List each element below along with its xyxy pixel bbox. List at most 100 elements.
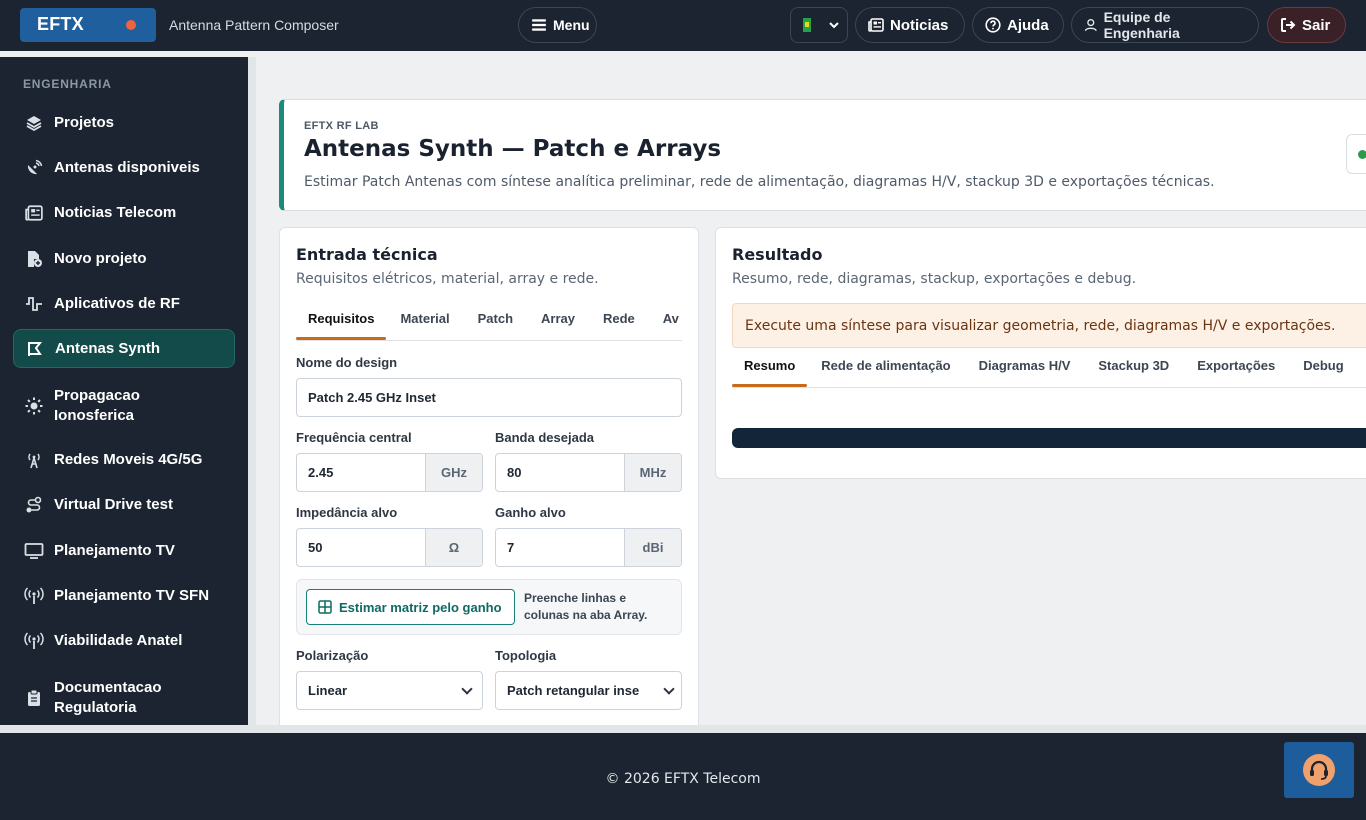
topology-select[interactable]: Patch retangular inse: [495, 671, 682, 710]
gain-unit: dBi: [624, 529, 681, 566]
broadcast-icon: [24, 586, 44, 606]
status-badge: [1346, 134, 1366, 174]
sidebar-item-label: Documentacao Regulatoria: [54, 679, 162, 716]
sidebar-item-antenas-synth[interactable]: Antenas Synth: [13, 329, 235, 368]
app-subtitle: Antenna Pattern Composer: [169, 17, 339, 33]
estimate-matrix-button[interactable]: Estimar matriz pelo ganho: [306, 589, 515, 625]
chevron-down-icon: [461, 682, 473, 695]
result-card: Resultado Resumo, rede, diagramas, stack…: [715, 227, 1366, 479]
horizontal-scrollbar-track[interactable]: [0, 725, 1366, 733]
input-card: Entrada técnica Requisitos elétricos, ma…: [279, 227, 699, 725]
empty-result-alert: Execute uma síntese para visualizar geom…: [732, 303, 1366, 348]
broadcast-icon: [24, 631, 44, 651]
sidebar-item-redes-moveis[interactable]: Redes Moveis 4G/5G: [13, 449, 235, 471]
impedance-label: Impedância alvo: [296, 505, 398, 520]
sidebar-item-planejamento-tv-sfn[interactable]: Planejamento TV SFN: [13, 585, 235, 607]
result-card-title: Resultado: [732, 245, 823, 264]
signal-wave-icon: [24, 294, 44, 314]
tab-diagramas[interactable]: Diagramas H/V: [965, 345, 1085, 387]
tab-resumo[interactable]: Resumo: [732, 345, 808, 387]
result-tabs: Resumo Rede de alimentação Diagramas H/V…: [732, 345, 1366, 388]
tab-material[interactable]: Material: [386, 298, 463, 340]
exit-label: Sair: [1302, 16, 1331, 34]
center-frequency-field[interactable]: 2.45 GHz: [296, 453, 483, 492]
impedance-field[interactable]: 50 Ω: [296, 528, 483, 567]
top-navbar: EFTX Antenna Pattern Composer Menu Notic…: [0, 0, 1366, 51]
center-frequency-unit: GHz: [425, 454, 482, 491]
team-label: Equipe de Engenharia: [1103, 9, 1180, 41]
status-dot: [126, 20, 136, 30]
sidebar-item-noticias-telecom[interactable]: Noticias Telecom: [13, 202, 235, 224]
design-name-label: Nome do design: [296, 355, 398, 370]
tab-exportacoes[interactable]: Exportações: [1183, 345, 1289, 387]
sidebar-item-propagacao-ionosferica[interactable]: Propagacao Ionosferica: [13, 385, 235, 427]
center-frequency-label: Frequência central: [296, 430, 412, 445]
input-tabs: Requisitos Material Patch Array Rede Av: [296, 298, 682, 341]
gain-value: 7: [507, 540, 515, 555]
tab-requisitos[interactable]: Requisitos: [296, 298, 387, 340]
page-header: EFTX RF LAB Antenas Synth — Patch e Arra…: [279, 99, 1366, 211]
gain-field[interactable]: 7 dBi: [495, 528, 682, 567]
clipboard-icon: [24, 688, 44, 708]
sidebar-item-label: Viabilidade Anatel: [54, 632, 183, 649]
sidebar-item-label: Projetos: [54, 114, 115, 131]
sidebar-item-antenas-disponiveis[interactable]: Antenas disponiveis: [13, 157, 235, 179]
news-button[interactable]: Noticias: [855, 7, 965, 43]
tab-debug[interactable]: Debug: [1289, 345, 1357, 387]
center-frequency-value: 2.45: [308, 465, 334, 480]
brand-name: EFTX: [37, 14, 84, 34]
sidebar-item-novo-projeto[interactable]: Novo projeto: [13, 248, 235, 270]
menu-button[interactable]: Menu: [518, 7, 597, 43]
bandwidth-unit: MHz: [624, 454, 681, 491]
language-select[interactable]: [790, 7, 848, 43]
grid-icon: [318, 600, 332, 614]
result-progress-bar: [732, 428, 1366, 448]
tower-icon: [24, 450, 44, 470]
bandwidth-label: Banda desejada: [495, 430, 594, 445]
help-button[interactable]: Ajuda: [972, 7, 1064, 43]
page-title: Antenas Synth — Patch e Arrays: [304, 136, 722, 162]
topology-label: Topologia: [495, 648, 557, 663]
layers-icon: [24, 113, 44, 133]
result-card-subtitle: Resumo, rede, diagramas, stackup, export…: [732, 271, 1137, 287]
team-button[interactable]: Equipe de Engenharia: [1071, 7, 1259, 43]
estimate-matrix-note: Preenche linhas e colunas na aba Array.: [524, 591, 648, 622]
sidebar-item-label: Aplicativos de RF: [54, 295, 180, 312]
tab-patch[interactable]: Patch: [464, 298, 527, 340]
topology-value: Patch retangular inse: [507, 683, 640, 698]
brand-logo[interactable]: EFTX: [20, 8, 156, 42]
exit-button[interactable]: Sair: [1267, 7, 1346, 43]
sidebar-item-projetos[interactable]: Projetos: [13, 112, 235, 134]
polarization-select[interactable]: Linear: [296, 671, 483, 710]
tab-rede-alimentacao[interactable]: Rede de alimentação: [807, 345, 964, 387]
sidebar-item-documentacao-regulatoria[interactable]: Documentacao Regulatoria: [13, 677, 235, 719]
monitor-icon: [24, 541, 44, 561]
tab-rede[interactable]: Rede: [589, 298, 649, 340]
hamburger-icon: [532, 19, 546, 31]
design-name-field[interactable]: Patch 2.45 GHz Inset: [296, 378, 682, 417]
polarization-label: Polarização: [296, 648, 369, 663]
support-chat-button[interactable]: [1284, 742, 1354, 798]
tab-avancado[interactable]: Av: [649, 298, 682, 340]
tab-stackup-3d[interactable]: Stackup 3D: [1084, 345, 1183, 387]
sidebar-item-label: Antenas Synth: [55, 339, 161, 357]
estimate-matrix-panel: Estimar matriz pelo ganho Preenche linha…: [296, 579, 682, 635]
news-label: Noticias: [890, 16, 949, 34]
sidebar-item-planejamento-tv[interactable]: Planejamento TV: [13, 540, 235, 562]
footer: © 2026 EFTX Telecom: [0, 733, 1366, 820]
bandwidth-value: 80: [507, 465, 522, 480]
page-kicker: EFTX RF LAB: [304, 120, 379, 132]
menu-label: Menu: [553, 17, 590, 33]
sidebar-item-viabilidade-anatel[interactable]: Viabilidade Anatel: [13, 630, 235, 652]
impedance-unit: Ω: [425, 529, 482, 566]
sidebar-item-aplicativos-rf[interactable]: Aplicativos de RF: [13, 293, 235, 315]
new-file-icon: [24, 249, 44, 269]
sidebar-item-label: Propagacao Ionosferica: [54, 387, 140, 424]
tab-array[interactable]: Array: [527, 298, 589, 340]
help-label: Ajuda: [1007, 16, 1049, 34]
sidebar-item-virtual-drive-test[interactable]: Virtual Drive test: [13, 494, 235, 516]
bandwidth-field[interactable]: 80 MHz: [495, 453, 682, 492]
flag-brazil-icon: [803, 18, 811, 32]
footer-copyright: © 2026 EFTX Telecom: [605, 771, 761, 787]
estimate-matrix-label: Estimar matriz pelo ganho: [339, 599, 502, 615]
